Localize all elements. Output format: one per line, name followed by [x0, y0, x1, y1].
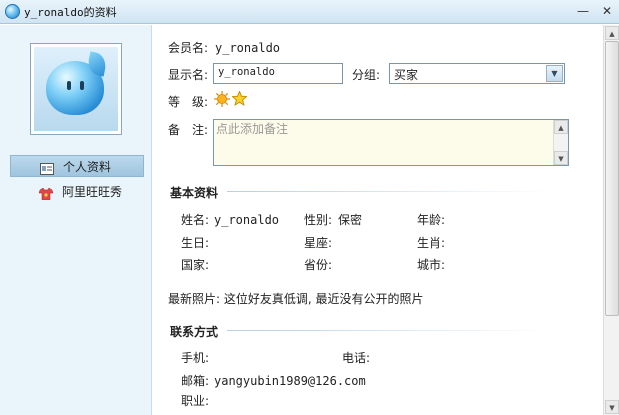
note-placeholder: 点此添加备注	[216, 122, 289, 136]
mobile-label: 手机:	[181, 351, 210, 365]
group-label: 分组:	[352, 68, 381, 82]
scroll-down-icon[interactable]: ▼	[554, 151, 568, 165]
avatar-image	[34, 47, 118, 131]
divider	[227, 330, 553, 331]
avatar[interactable]	[30, 43, 122, 135]
name-value: y_ronaldo	[214, 213, 280, 227]
sidebar-item-wangwang-show[interactable]: 阿里旺旺秀	[10, 181, 144, 203]
email-value: yangyubin1989@126.com	[214, 374, 366, 388]
phone-label: 电话:	[342, 351, 371, 365]
scroll-thumb[interactable]	[605, 41, 619, 316]
sidebar-item-label: 阿里旺旺秀	[62, 185, 123, 199]
display-name-field[interactable]: y_ronaldo	[213, 63, 343, 84]
member-name-label: 会员名:	[168, 41, 209, 55]
id-card-icon	[40, 160, 54, 175]
zodiac-label: 生肖:	[417, 236, 446, 250]
level-label: 等 级:	[168, 95, 209, 109]
close-button[interactable]: ✕	[598, 3, 616, 19]
member-name-value: y_ronaldo	[215, 41, 281, 55]
chevron-down-icon[interactable]: ▼	[546, 65, 563, 82]
aliwangwang-logo-icon	[5, 4, 20, 19]
note-textarea[interactable]: 点此添加备注 ▲ ▼	[213, 119, 569, 166]
name-label: 姓名:	[181, 213, 210, 227]
group-selected-value: 买家	[394, 68, 419, 82]
level-star-icon	[231, 90, 248, 109]
gender-value: 保密	[338, 213, 363, 227]
note-scrollbar[interactable]: ▲ ▼	[553, 120, 568, 165]
sidebar-item-personal-info[interactable]: 个人资料	[10, 155, 144, 177]
window-title: y_ronaldo的资料	[24, 6, 117, 19]
scroll-up-icon[interactable]: ▲	[605, 26, 619, 40]
birthday-label: 生日:	[181, 236, 210, 250]
contact-heading: 联系方式	[170, 325, 219, 339]
province-label: 省份:	[304, 258, 333, 272]
display-name-label: 显示名:	[168, 68, 209, 82]
scroll-up-icon[interactable]: ▲	[554, 120, 568, 134]
country-label: 国家:	[181, 258, 210, 272]
job-label: 职业:	[181, 394, 210, 408]
email-label: 邮箱:	[181, 374, 210, 388]
level-sun-icon	[214, 91, 230, 110]
divider	[227, 191, 553, 192]
scroll-down-icon[interactable]: ▼	[605, 400, 619, 414]
sidebar-item-label: 个人资料	[63, 160, 112, 174]
shirt-icon	[38, 185, 54, 201]
gender-label: 性别:	[304, 213, 333, 227]
city-label: 城市:	[417, 258, 446, 272]
latest-photo-text: 最新照片: 这位好友真低调, 最近没有公开的照片	[168, 292, 424, 306]
age-label: 年龄:	[417, 213, 446, 227]
sidebar: 个人资料 阿里旺旺秀	[0, 25, 152, 415]
profile-panel: 会员名: y_ronaldo 显示名: y_ronaldo 分组: 买家 ▼ 等…	[153, 25, 603, 415]
main-scrollbar[interactable]: ▲ ▼	[603, 25, 619, 415]
note-label: 备 注:	[168, 123, 209, 137]
constellation-label: 星座:	[304, 236, 333, 250]
basic-info-heading: 基本资料	[170, 186, 219, 200]
title-bar: y_ronaldo的资料 — ✕	[0, 0, 619, 24]
minimize-button[interactable]: —	[574, 3, 592, 19]
group-select[interactable]: 买家 ▼	[389, 63, 565, 84]
